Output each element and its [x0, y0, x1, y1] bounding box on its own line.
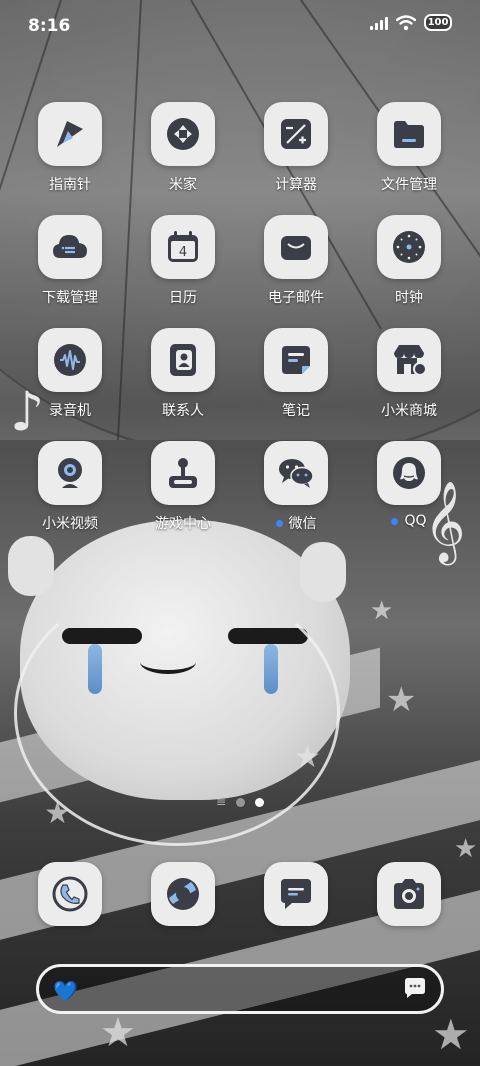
status-time: 8:16 [28, 16, 71, 36]
minus-one-screen-icon[interactable]: ≡ [216, 796, 226, 808]
calculator-icon[interactable] [264, 102, 328, 166]
store-icon[interactable] [377, 328, 441, 392]
app-recorder[interactable]: 录音机 [14, 328, 126, 440]
app-calculator[interactable]: 计算器 [240, 102, 352, 214]
notification-dot [275, 519, 283, 527]
dock [0, 862, 480, 932]
app-label: 下载管理 [42, 290, 98, 306]
star-icon: ★ [100, 1010, 136, 1056]
app-mi-store[interactable]: 小米商城 [353, 328, 465, 440]
video-camera-icon[interactable] [38, 441, 102, 505]
app-label: 计算器 [275, 177, 317, 193]
app-label: 日历 [169, 290, 197, 306]
star-icon: ★ [386, 680, 417, 720]
app-label: 指南针 [49, 177, 91, 193]
app-wechat[interactable]: 微信 [240, 441, 352, 553]
battery-indicator: 100 [424, 14, 452, 31]
app-label: QQ [404, 513, 427, 529]
star-icon: ★ [370, 596, 394, 626]
app-label: 游戏中心 [155, 516, 211, 532]
app-file-manager[interactable]: 文件管理 [353, 102, 465, 214]
app-game-center[interactable]: 游戏中心 [127, 441, 239, 553]
status-icons: 100 [370, 14, 452, 31]
app-email[interactable]: 电子邮件 [240, 215, 352, 327]
app-label: 录音机 [49, 403, 91, 419]
notification-dot [391, 517, 399, 525]
recorder-icon[interactable] [38, 328, 102, 392]
calendar-icon[interactable]: 4 [151, 215, 215, 279]
joystick-icon[interactable] [151, 441, 215, 505]
page-dot[interactable] [236, 797, 246, 807]
app-label: 联系人 [162, 403, 204, 419]
star-icon: ★ [294, 740, 321, 775]
browser-icon[interactable] [151, 862, 215, 926]
app-notes[interactable]: 笔记 [240, 328, 352, 440]
qq-icon[interactable] [377, 441, 441, 505]
page-dot-active[interactable] [255, 797, 265, 807]
star-icon: ★ [454, 834, 478, 864]
mail-icon[interactable] [264, 215, 328, 279]
app-contacts[interactable]: 联系人 [127, 328, 239, 440]
search-bar[interactable]: 💙 [36, 964, 444, 1014]
app-label: 米家 [169, 177, 197, 193]
app-label: 小米商城 [381, 403, 437, 419]
app-download-manager[interactable]: 下载管理 [14, 215, 126, 327]
app-label: 小米视频 [42, 516, 98, 532]
notes-icon[interactable] [264, 328, 328, 392]
hearts-icon: 💙 [53, 979, 78, 1003]
phone-icon[interactable] [38, 862, 102, 926]
assistant-chat-icon[interactable] [403, 977, 427, 999]
app-label: 电子邮件 [268, 290, 324, 306]
page-indicator[interactable]: ≡ [0, 796, 480, 808]
app-compass[interactable]: 指南针 [14, 102, 126, 214]
clock-icon[interactable] [377, 215, 441, 279]
app-label: 时钟 [395, 290, 423, 306]
app-label: 文件管理 [381, 177, 437, 193]
app-label: 微信 [288, 516, 317, 532]
app-qq[interactable]: QQ [353, 441, 465, 553]
compass-icon[interactable] [38, 102, 102, 166]
folder-icon[interactable] [377, 102, 441, 166]
app-label: 笔记 [282, 403, 310, 419]
camera-icon[interactable] [377, 862, 441, 926]
contacts-icon[interactable] [151, 328, 215, 392]
calendar-day: 4 [179, 245, 187, 260]
app-mi-video[interactable]: 小米视频 [14, 441, 126, 553]
cellular-signal-icon [370, 16, 388, 30]
app-mijia[interactable]: 米家 [127, 102, 239, 214]
app-clock[interactable]: 时钟 [353, 215, 465, 327]
status-bar: 8:16 100 [0, 0, 480, 50]
star-icon: ★ [432, 1010, 470, 1059]
app-calendar[interactable]: 4 日历 [127, 215, 239, 327]
wechat-icon[interactable] [264, 441, 328, 505]
messages-icon[interactable] [264, 862, 328, 926]
download-cloud-icon[interactable] [38, 215, 102, 279]
wifi-icon [396, 14, 416, 30]
mijia-icon[interactable] [151, 102, 215, 166]
